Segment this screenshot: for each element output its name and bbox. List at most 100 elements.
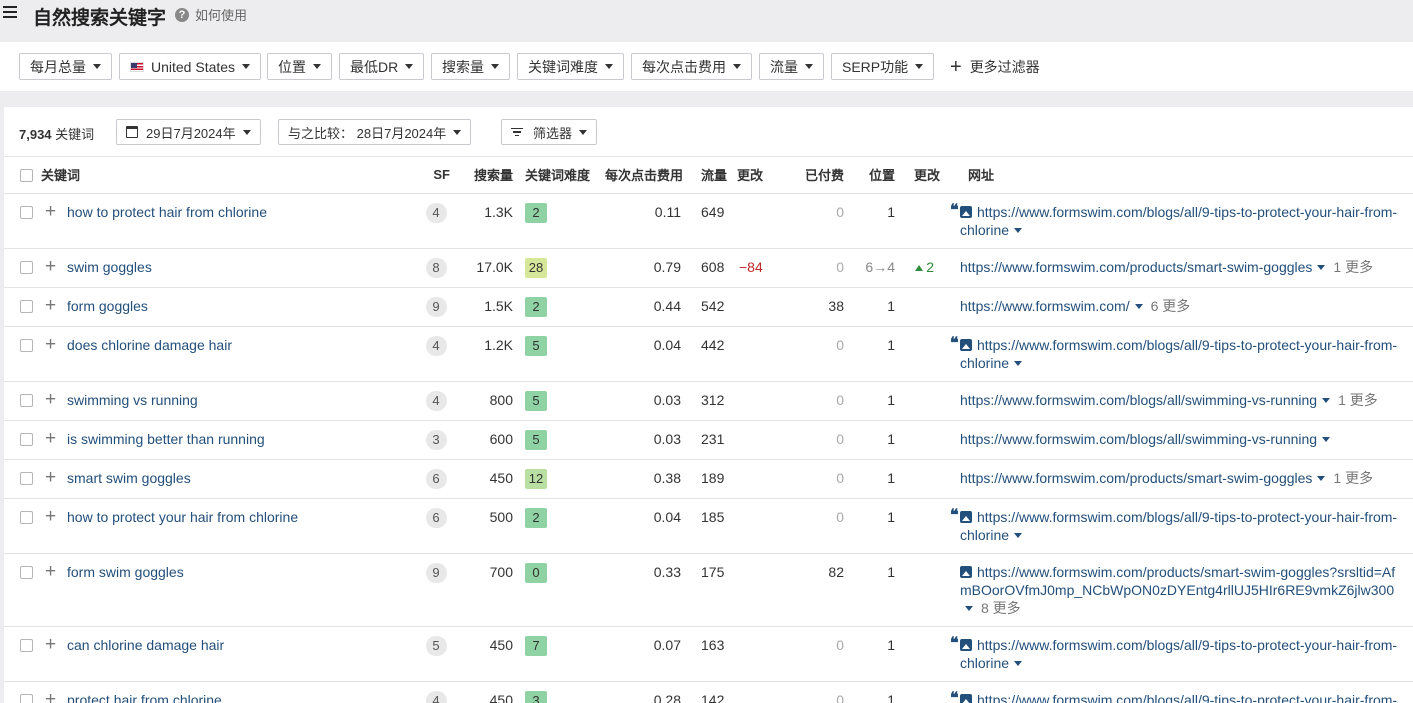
serp-features-badge[interactable]: 4 <box>425 202 447 223</box>
filter-cpc[interactable]: 每次点击费用 <box>631 53 752 80</box>
url-link[interactable]: https://www.formswim.com/ <box>960 298 1130 314</box>
add-to-list-icon[interactable]: + <box>45 429 56 448</box>
image-icon[interactable] <box>960 510 972 523</box>
help-link[interactable]: ? 如何使用 <box>175 5 247 24</box>
image-icon[interactable] <box>960 205 972 218</box>
caret-down-icon[interactable] <box>1317 476 1326 482</box>
keyword-link[interactable]: how to protect hair from chlorine <box>67 193 417 249</box>
serp-features-badge[interactable]: 8 <box>425 257 447 278</box>
filter-country[interactable]: United States <box>119 53 262 80</box>
col-traffic-change[interactable]: 更改 <box>735 157 790 194</box>
caret-down-icon[interactable] <box>1014 361 1023 367</box>
url-link[interactable]: https://www.formswim.com/blogs/all/9-tip… <box>960 637 1397 671</box>
row-checkbox[interactable] <box>20 639 33 653</box>
url-link[interactable]: https://www.formswim.com/blogs/all/swimm… <box>960 431 1317 447</box>
select-all-checkbox[interactable] <box>20 169 33 183</box>
url-link[interactable]: https://www.formswim.com/products/smart-… <box>960 259 1312 275</box>
more-urls-link[interactable]: 1 更多 <box>1333 470 1373 486</box>
caret-down-icon[interactable] <box>1014 661 1023 667</box>
keyword-link[interactable]: does chlorine damage hair <box>67 326 417 382</box>
url-link[interactable]: https://www.formswim.com/blogs/all/9-tip… <box>960 692 1397 703</box>
add-to-list-icon[interactable]: + <box>45 390 56 409</box>
caret-down-icon[interactable] <box>1014 533 1023 539</box>
keyword-link[interactable]: protect hair from chlorine <box>67 681 417 703</box>
compare-date-picker[interactable]: 与之比较： 28日7月2024年 <box>278 119 472 145</box>
col-url[interactable]: 网址 <box>960 157 1413 194</box>
serp-features-badge[interactable]: 3 <box>425 429 447 450</box>
menu-icon[interactable] <box>3 6 17 18</box>
col-traffic[interactable]: 流量 <box>685 157 735 194</box>
filter-search-volume[interactable]: 搜索量 <box>431 53 510 80</box>
col-sf[interactable]: SF <box>417 157 455 194</box>
add-to-list-icon[interactable]: + <box>45 635 56 654</box>
image-icon[interactable] <box>960 565 972 578</box>
col-keyword[interactable]: 关键词 <box>41 157 417 194</box>
url-link[interactable]: https://www.formswim.com/products/smart-… <box>960 564 1395 598</box>
image-icon[interactable] <box>960 638 972 651</box>
serp-features-badge[interactable]: 4 <box>425 390 447 411</box>
add-to-list-icon[interactable]: + <box>45 257 56 276</box>
keyword-link[interactable]: form goggles <box>67 287 417 327</box>
serp-features-badge[interactable]: 9 <box>425 562 447 583</box>
filter-traffic[interactable]: 流量 <box>759 53 824 80</box>
more-urls-link[interactable]: 8 更多 <box>981 600 1021 616</box>
keyword-link[interactable]: is swimming better than running <box>67 420 417 460</box>
more-urls-link[interactable]: 1 更多 <box>1333 259 1373 275</box>
add-to-list-icon[interactable]: + <box>45 507 56 526</box>
caret-down-icon[interactable] <box>1014 228 1023 234</box>
more-urls-link[interactable]: 1 更多 <box>1338 392 1378 408</box>
row-checkbox[interactable] <box>20 511 33 525</box>
add-to-list-icon[interactable]: + <box>45 202 56 221</box>
caret-down-icon[interactable] <box>1317 265 1326 271</box>
serp-features-badge[interactable]: 4 <box>425 690 447 703</box>
serp-features-badge[interactable]: 5 <box>425 635 447 656</box>
keyword-link[interactable]: can chlorine damage hair <box>67 626 417 682</box>
row-checkbox[interactable] <box>20 394 33 408</box>
keyword-link[interactable]: how to protect your hair from chlorine <box>67 498 417 554</box>
add-to-list-icon[interactable]: + <box>45 690 56 703</box>
date-picker[interactable]: 29日7月2024年 <box>116 119 261 145</box>
filter-picker[interactable]: 筛选器 <box>501 119 598 145</box>
row-checkbox[interactable] <box>20 261 33 275</box>
filter-serp-features[interactable]: SERP功能 <box>831 53 935 80</box>
more-urls-link[interactable]: 6 更多 <box>1151 298 1191 314</box>
url-link[interactable]: https://www.formswim.com/blogs/all/9-tip… <box>960 204 1397 238</box>
caret-down-icon[interactable] <box>1134 304 1143 310</box>
caret-down-icon[interactable] <box>965 606 973 612</box>
col-paid[interactable]: 已付费 <box>790 157 845 194</box>
url-link[interactable]: https://www.formswim.com/blogs/all/swimm… <box>960 392 1317 408</box>
col-kd[interactable]: 关键词难度 <box>517 157 605 194</box>
row-checkbox[interactable] <box>20 206 33 220</box>
filter-position[interactable]: 位置 <box>267 53 332 80</box>
image-icon[interactable] <box>960 693 972 703</box>
filter-keyword-difficulty[interactable]: 关键词难度 <box>517 53 624 80</box>
serp-features-badge[interactable]: 4 <box>425 335 447 356</box>
url-link[interactable]: https://www.formswim.com/products/smart-… <box>960 470 1312 486</box>
row-checkbox[interactable] <box>20 472 33 486</box>
more-filters-button[interactable]: + 更多过滤器 <box>950 57 1040 77</box>
row-checkbox[interactable] <box>20 339 33 353</box>
keyword-link[interactable]: smart swim goggles <box>67 459 417 499</box>
caret-down-icon[interactable] <box>1322 437 1331 443</box>
row-checkbox[interactable] <box>20 300 33 314</box>
col-position-change[interactable]: 更改 <box>897 157 942 194</box>
filter-min-dr[interactable]: 最低DR <box>339 53 425 80</box>
add-to-list-icon[interactable]: + <box>45 468 56 487</box>
add-to-list-icon[interactable]: + <box>45 296 56 315</box>
row-checkbox[interactable] <box>20 566 33 580</box>
keyword-link[interactable]: form swim goggles <box>67 553 417 627</box>
url-link[interactable]: https://www.formswim.com/blogs/all/9-tip… <box>960 337 1397 371</box>
keyword-link[interactable]: swimming vs running <box>67 381 417 421</box>
filter-monthly-volume[interactable]: 每月总量 <box>19 53 112 80</box>
image-icon[interactable] <box>960 338 972 351</box>
row-checkbox[interactable] <box>20 694 33 703</box>
serp-features-badge[interactable]: 6 <box>425 468 447 489</box>
col-position[interactable]: 位置 <box>845 157 897 194</box>
col-cpc[interactable]: 每次点击费用 <box>605 157 685 194</box>
add-to-list-icon[interactable]: + <box>45 335 56 354</box>
url-link[interactable]: https://www.formswim.com/blogs/all/9-tip… <box>960 509 1397 543</box>
add-to-list-icon[interactable]: + <box>45 562 56 581</box>
keyword-link[interactable]: swim goggles <box>67 248 417 288</box>
serp-features-badge[interactable]: 9 <box>425 296 447 317</box>
col-volume[interactable]: 搜索量 <box>455 157 517 194</box>
